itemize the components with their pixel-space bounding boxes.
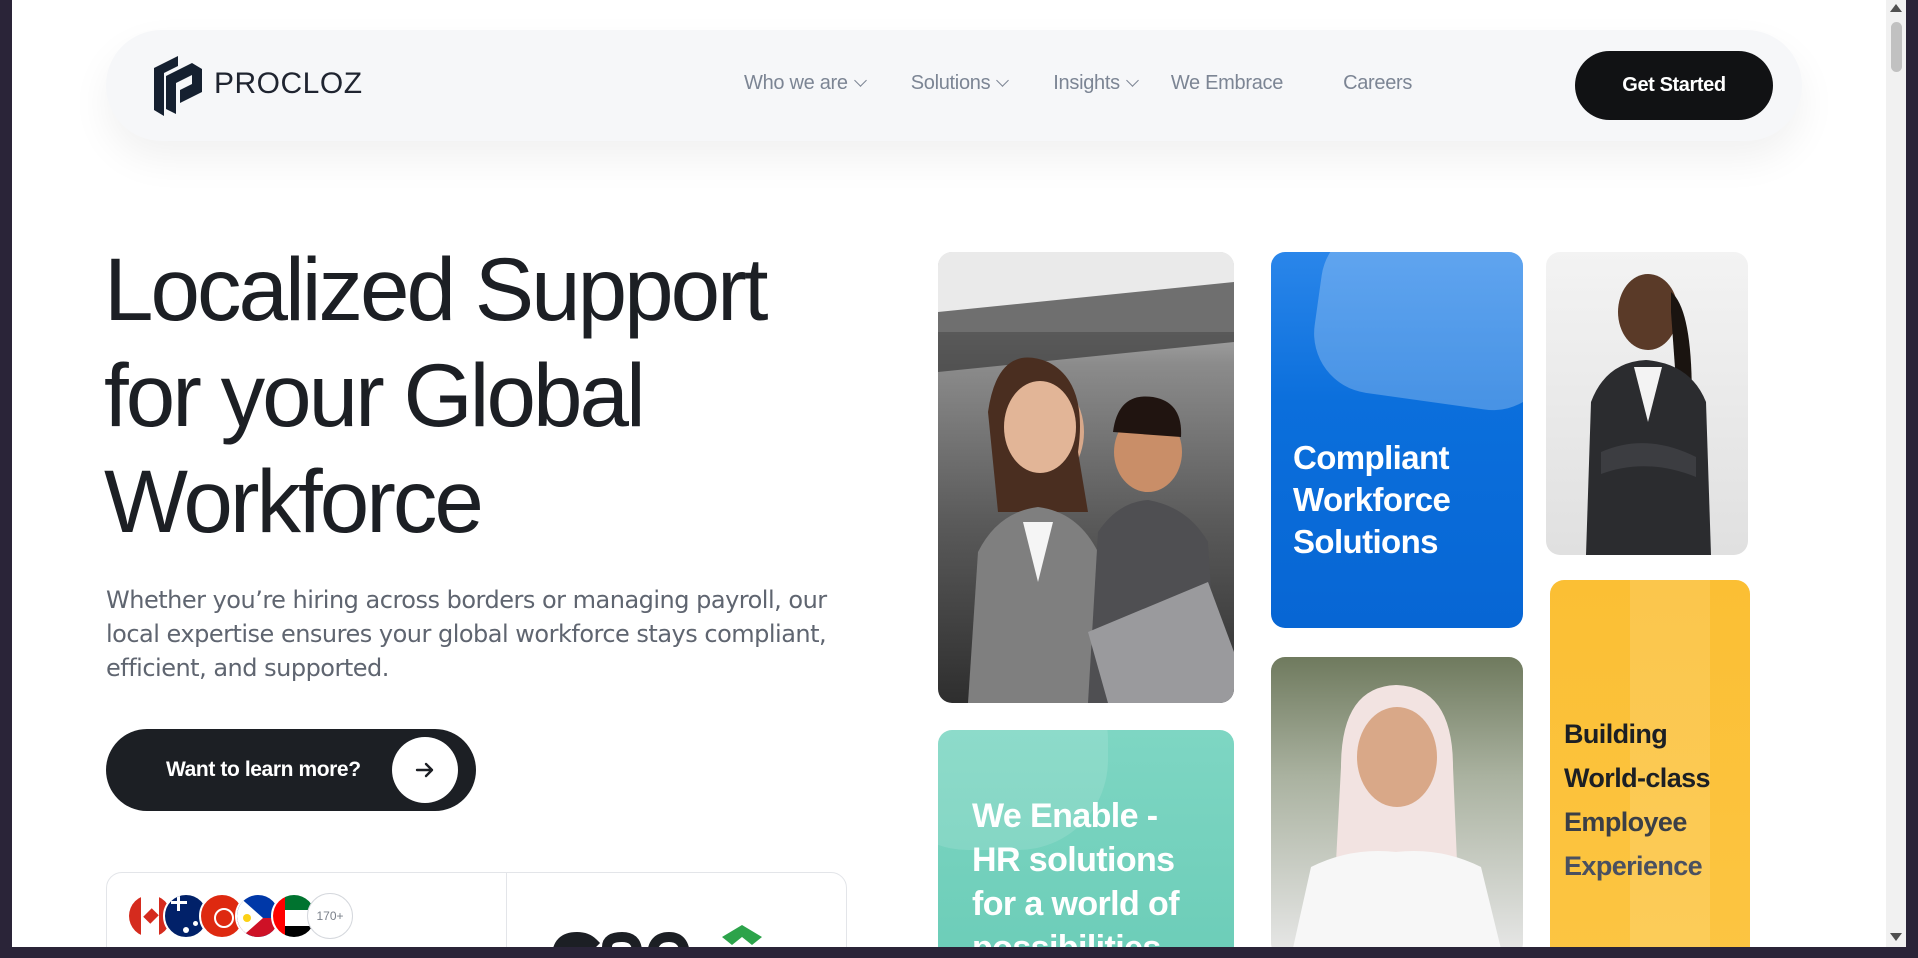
nav-label: Careers: [1343, 72, 1413, 94]
hero-title: Localized Support for your Global Workfo…: [104, 236, 884, 554]
get-started-button[interactable]: Get Started: [1575, 51, 1773, 120]
scroll-up-icon[interactable]: [1890, 4, 1902, 12]
nav-label: We Embrace: [1170, 72, 1284, 94]
tile-text-line: World-class: [1564, 763, 1711, 793]
arrow-right-icon: [392, 737, 458, 803]
tile-text-line: We Enable -: [972, 797, 1158, 835]
building-tile-text: Building World-class Employee Experience: [1564, 712, 1711, 888]
nav-careers[interactable]: Careers: [1343, 72, 1412, 95]
chevron-down-icon: [853, 74, 867, 87]
photo-tile-businesswoman: [1546, 252, 1748, 555]
cpa-logo: [547, 917, 787, 947]
nav-label: Solutions: [910, 72, 991, 94]
nav-label: Who we are: [744, 72, 848, 94]
we-enable-tile[interactable]: We Enable - HR solutions for a world of …: [938, 730, 1234, 947]
brand-logo[interactable]: PROCLOZ: [152, 54, 363, 118]
chevron-down-icon: [996, 74, 1010, 87]
browser-viewport: PROCLOZ Who we are Solutions Insights We…: [12, 0, 1886, 947]
hero-title-line: Localized Support: [104, 239, 768, 339]
hero-subtitle: Whether you’re hiring across borders or …: [106, 586, 827, 682]
tile-text-line: HR solutions: [972, 841, 1175, 879]
learn-more-label: Want to learn more?: [166, 758, 361, 781]
country-flags: 170+: [127, 893, 353, 939]
photo-tile-hijab-woman: [1271, 657, 1523, 947]
compliant-workforce-tile[interactable]: Compliant Workforce Solutions: [1271, 252, 1523, 628]
scrollbar-thumb[interactable]: [1891, 22, 1902, 72]
chevron-down-icon: [1125, 74, 1139, 87]
scroll-down-icon[interactable]: [1890, 933, 1902, 941]
building-experience-tile[interactable]: Building World-class Employee Experience: [1550, 580, 1750, 947]
site-header: PROCLOZ Who we are Solutions Insights We…: [106, 30, 1802, 141]
brand-name: PROCLOZ: [214, 67, 363, 100]
vertical-scrollbar[interactable]: [1886, 0, 1906, 947]
hijab-woman-photo: [1293, 685, 1501, 947]
compliant-tile-text: Compliant Workforce Solutions: [1293, 437, 1451, 563]
main-nav: Who we are Solutions Insights We Embrace…: [744, 72, 1472, 95]
tile-text-line: Employee: [1564, 807, 1687, 837]
procloz-logo-icon: [154, 56, 202, 116]
tile-text-line: Workforce: [1293, 481, 1451, 518]
businesswoman-photo: [1586, 274, 1711, 555]
tile-text-line: for a world of: [972, 885, 1180, 923]
tile-text-line: Building: [1564, 719, 1668, 749]
learn-more-button[interactable]: Want to learn more?: [106, 729, 476, 811]
nav-who-we-are[interactable]: Who we are: [744, 72, 867, 95]
nav-label: Insights: [1053, 72, 1120, 94]
card-divider: [506, 873, 507, 947]
tile-text-line: Experience: [1564, 851, 1703, 881]
photo-tile-colleagues: [938, 252, 1234, 703]
tile-text-line: possibilities: [972, 929, 1161, 947]
coverage-card: 170+: [106, 872, 847, 947]
tile-text-line: Solutions: [1293, 523, 1439, 560]
hero-title-line: for your Global: [104, 345, 646, 445]
country-count-badge: 170+: [307, 893, 353, 939]
nav-we-embrace[interactable]: We Embrace: [1170, 72, 1284, 95]
nav-insights[interactable]: Insights: [1053, 72, 1139, 95]
hero-title-line: Workforce: [104, 451, 484, 551]
colleagues-photo: [938, 252, 1234, 703]
tile-text-line: Compliant: [1293, 439, 1450, 476]
we-enable-tile-text: We Enable - HR solutions for a world of …: [972, 794, 1180, 947]
nav-solutions[interactable]: Solutions: [910, 72, 1010, 95]
